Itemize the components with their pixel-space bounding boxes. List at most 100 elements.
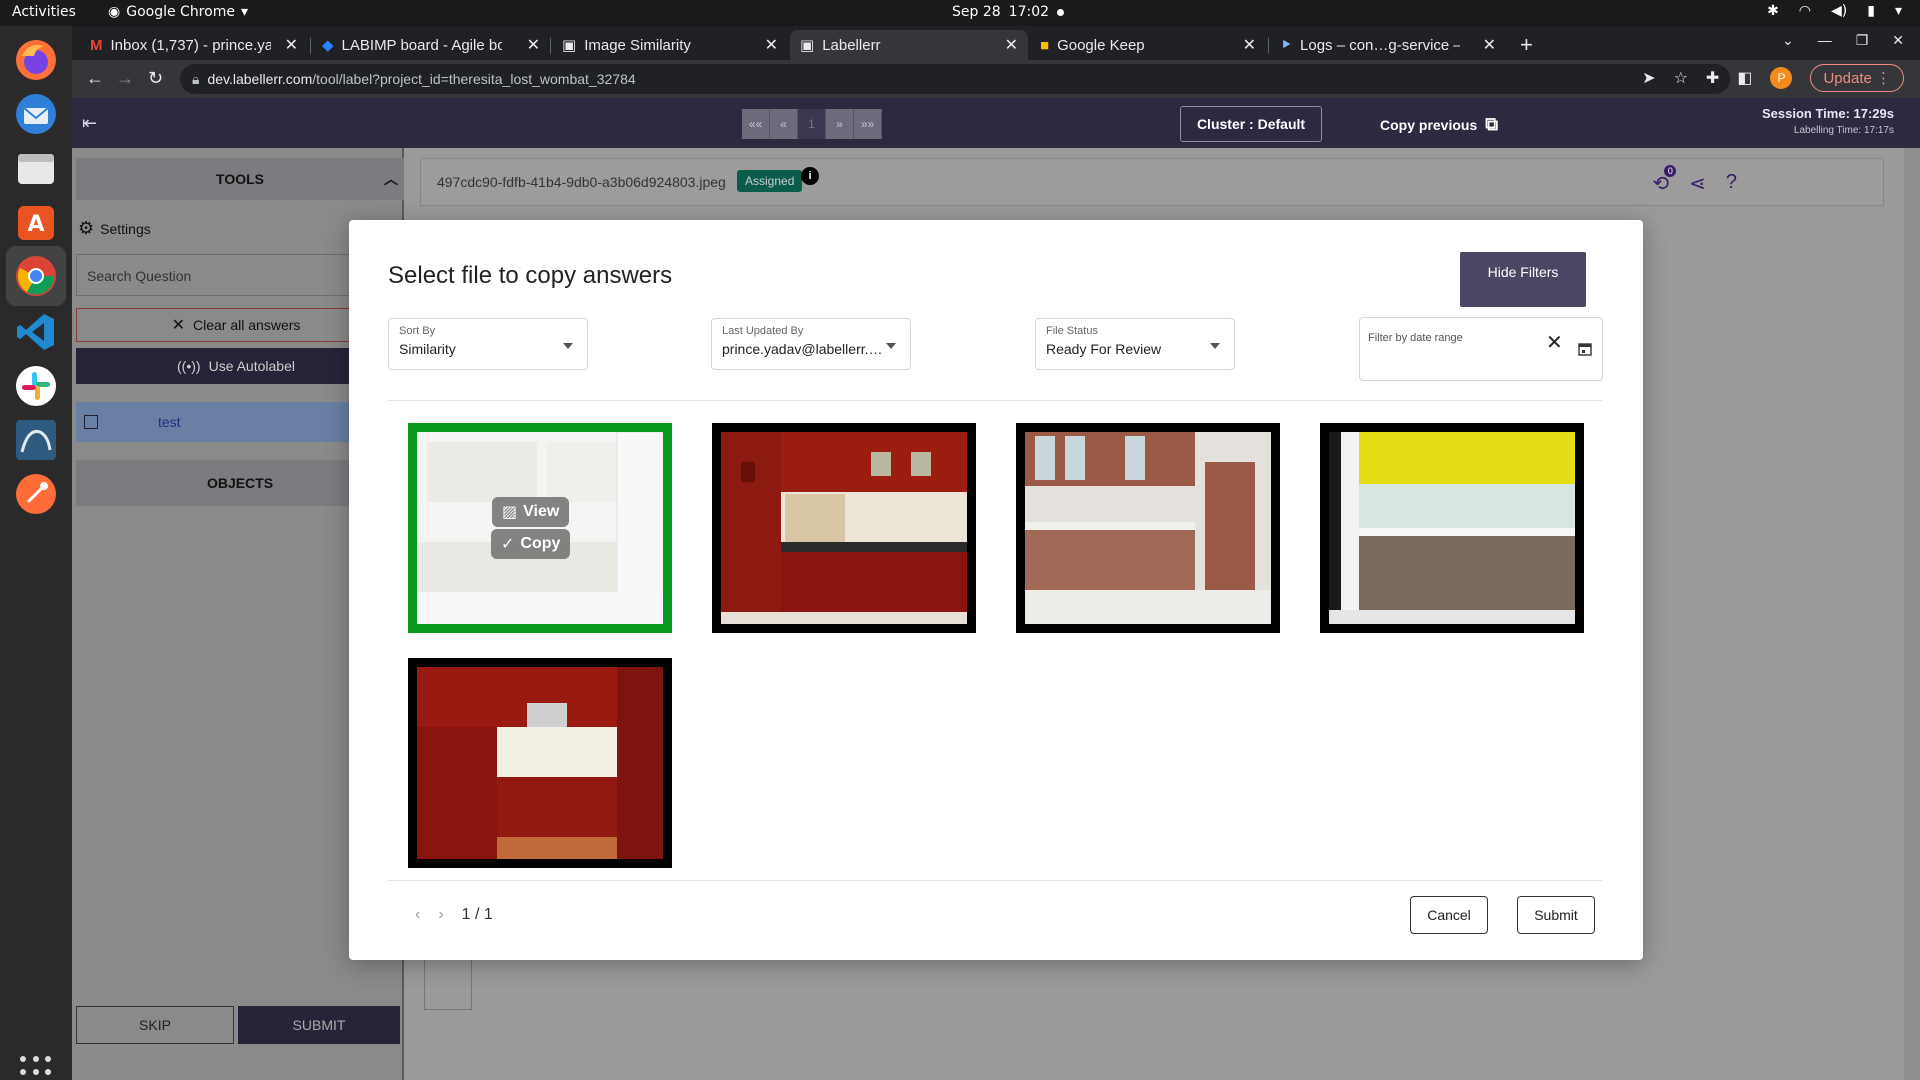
chrome-dock-icon[interactable] [6,246,66,306]
hide-filters-button[interactable]: Hide Filters [1460,252,1586,307]
submit-button[interactable]: Submit [1517,896,1595,934]
vscode-icon[interactable] [12,308,60,356]
kitchen-thumbnail [417,667,663,859]
page-count: 1 / 1 [461,906,493,923]
files-icon[interactable] [12,144,60,192]
view-button[interactable]: ▨ View [492,497,570,527]
clock[interactable]: Sep 28 17:02 [952,4,1065,20]
mysql-workbench-icon[interactable] [12,416,60,464]
forward-icon[interactable]: → [116,68,134,89]
image-card[interactable] [712,423,976,633]
cancel-button[interactable]: Cancel [1410,896,1488,934]
cluster-button[interactable]: Cluster : Default [1180,106,1322,142]
close-window-icon[interactable]: ✕ [1892,32,1904,49]
thunderbird-icon[interactable] [12,90,60,138]
submit-file-button[interactable]: SUBMIT [238,1006,400,1044]
firefox-icon[interactable] [12,36,60,84]
side-panel-icon[interactable]: ◧ [1737,68,1752,88]
close-icon[interactable]: ✕ [1005,35,1018,55]
use-autolabel-button[interactable]: ((•)) Use Autolabel [76,348,396,384]
first-page-button[interactable]: «« [742,109,770,139]
dialog-title: Select file to copy answers [388,262,673,289]
close-icon[interactable]: ✕ [527,35,540,55]
url-path: /tool/label?project_id=theresita_lost_wo… [312,71,636,87]
question-item-test[interactable]: test [76,402,396,442]
last-page-button[interactable]: »» [854,109,882,139]
next-page-button[interactable]: » [826,109,854,139]
tab-logs[interactable]: ⯈ Logs – con…g-service – Cl… ✕ [1270,30,1506,60]
activities-button[interactable]: Activities [12,4,76,20]
question-checkbox[interactable] [84,415,98,429]
show-apps-icon[interactable] [20,1056,52,1080]
calendar-icon[interactable] [1578,342,1592,359]
copy-previous-button[interactable]: Copy previous ⧉ [1380,114,1498,135]
update-button[interactable]: Update ⋮ [1810,64,1904,92]
history-icon[interactable]: ⟲ 0 [1652,165,1677,196]
app-menu[interactable]: ◉ Google Chrome ▾ [108,4,248,20]
power-menu-icon: ▾ [1894,3,1902,19]
image-card[interactable]: ▨ View ✓ Copy [408,423,672,633]
close-icon[interactable]: ✕ [765,35,778,55]
battery-icon: ▮ [1867,3,1875,19]
date-range-filter[interactable]: Filter by date range ✕ [1359,317,1603,381]
caret-down-icon [1210,343,1220,349]
kitchen-thumbnail [1025,432,1271,624]
collapse-sidebar-icon[interactable]: ⇤ [82,113,97,134]
tab-labimp-board[interactable]: ◆ LABIMP board - Agile boa… ✕ [312,30,550,60]
chevron-left-icon[interactable]: ‹ [415,906,420,924]
check-icon: ✓ [501,536,515,553]
image-card[interactable] [1016,423,1280,633]
prev-page-button[interactable]: « [770,109,798,139]
tab-google-keep[interactable]: ■ Google Keep ✕ [1030,30,1266,60]
software-center-icon[interactable]: A [12,198,60,246]
close-icon[interactable]: ✕ [1483,35,1496,55]
minimize-icon[interactable]: — [1818,32,1832,49]
last-updated-by-select[interactable]: Last Updated By prince.yadav@labellerr.c… [711,318,911,370]
image-card[interactable] [408,658,672,868]
address-bar[interactable]: 🔒︎ dev.labellerr.com/tool/label?project_… [180,64,1730,94]
tab-search-icon[interactable]: ⌄ [1782,32,1794,49]
help-icon[interactable]: ? [1726,171,1737,196]
bookmark-star-icon[interactable]: ☆ [1674,68,1688,88]
search-question-input[interactable]: Search Question [76,254,396,296]
clear-date-icon[interactable]: ✕ [1546,330,1563,355]
tab-image-similarity[interactable]: ▣ Image Similarity ✕ [552,30,788,60]
close-icon[interactable]: ✕ [1243,35,1256,55]
settings-link[interactable]: ⚙ Settings [78,218,151,239]
info-icon[interactable]: i [801,167,819,185]
session-time: Session Time: 17:29s [1762,106,1894,121]
notification-dot-icon [1057,8,1065,16]
slack-icon[interactable] [12,362,60,410]
system-tray[interactable]: ✱ ◠ ◀) ▮ ▾ [1767,3,1902,19]
caret-down-icon: ▾ [240,4,248,20]
profile-avatar[interactable]: P [1770,67,1793,89]
page-scrollbar[interactable] [1904,148,1920,1080]
skip-button[interactable]: SKIP [76,1006,234,1044]
lock-icon: 🔒︎ [192,70,200,87]
image-card[interactable] [1320,423,1584,633]
chevron-right-icon[interactable]: › [438,906,443,924]
new-tab-button[interactable]: + [1520,32,1533,58]
gear-icon: ⚙ [78,218,95,238]
file-pager: «« « 1 » »» [742,109,882,139]
doc-icon: ▣ [800,37,815,54]
send-icon[interactable]: ➤ [1642,68,1655,88]
postman-icon[interactable] [12,470,60,518]
copy-button[interactable]: ✓ Copy [491,529,571,559]
tab-inbox[interactable]: M Inbox (1,737) - prince.yad… ✕ [80,30,308,60]
footer-divider [388,880,1602,881]
svg-text:A: A [27,212,44,237]
tools-heading[interactable]: TOOLS ︿ [76,158,404,200]
file-status-select[interactable]: File Status Ready For Review [1035,318,1235,370]
close-icon[interactable]: ✕ [285,35,298,55]
slack-tray-icon: ✱ [1767,3,1779,19]
tab-labellerr[interactable]: ▣ Labellerr ✕ [790,30,1028,60]
extensions-icon[interactable]: ✚ [1706,68,1719,88]
clear-all-answers-button[interactable]: ✕ Clear all answers [76,308,396,342]
share-icon[interactable]: ⋖ [1689,171,1706,196]
maximize-icon[interactable]: ❐ [1856,32,1869,49]
back-icon[interactable]: ← [86,68,104,89]
jira-icon: ◆ [322,37,334,54]
sort-by-select[interactable]: Sort By Similarity [388,318,588,370]
reload-icon[interactable]: ↻ [148,68,163,89]
